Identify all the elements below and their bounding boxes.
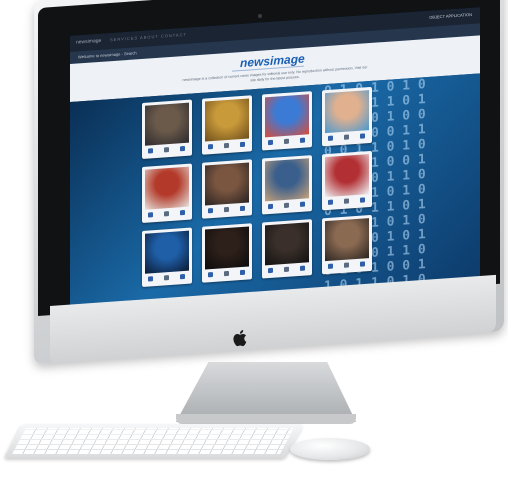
cart-icon[interactable] — [240, 141, 245, 148]
info-icon[interactable] — [344, 198, 349, 204]
info-icon[interactable] — [164, 147, 169, 153]
download-icon[interactable] — [148, 212, 153, 218]
image-card-earth-from-space[interactable] — [142, 227, 192, 287]
thumbnail-image[interactable] — [205, 98, 249, 142]
download-icon[interactable] — [208, 144, 213, 150]
info-icon[interactable] — [224, 270, 229, 277]
download-icon[interactable] — [268, 267, 273, 274]
cart-icon[interactable] — [300, 265, 305, 271]
cart-icon[interactable] — [180, 273, 185, 280]
thumbnail-image[interactable] — [325, 90, 369, 134]
cart-icon[interactable] — [180, 145, 185, 152]
info-icon[interactable] — [284, 266, 289, 273]
magic-mouse[interactable] — [290, 438, 370, 460]
download-icon[interactable] — [148, 276, 153, 282]
card-action-icons — [266, 137, 308, 146]
monitor-screen: newsimage SERVICES ABOUT CONTACT OBJECT … — [70, 7, 480, 312]
topbar-nav[interactable]: SERVICES ABOUT CONTACT — [110, 32, 187, 42]
card-action-icons — [266, 201, 308, 210]
card-action-icons — [146, 145, 188, 155]
imac-stand-foot — [176, 414, 356, 424]
card-action-icons — [326, 133, 368, 142]
topbar-right-link[interactable]: OBJECT APPLICATION — [429, 12, 472, 20]
image-card-dark-scene[interactable] — [202, 223, 252, 283]
image-gallery-area: 0 1 0 1 0 1 0 1 0 0 1 1 0 1 0 1 1 0 1 0 … — [70, 73, 480, 312]
image-card-woman-portrait[interactable] — [202, 159, 252, 219]
topbar-brand[interactable]: newsimage — [76, 38, 101, 46]
imac-scene: newsimage SERVICES ABOUT CONTACT OBJECT … — [0, 0, 508, 481]
card-action-icons — [206, 269, 248, 279]
card-action-icons — [266, 265, 308, 274]
download-icon[interactable] — [328, 263, 333, 269]
thumbnail-image[interactable] — [265, 94, 309, 138]
download-icon[interactable] — [208, 272, 213, 278]
image-card-man-portrait[interactable] — [142, 99, 192, 159]
image-card-smiling-man[interactable] — [322, 86, 372, 147]
image-card-game-character[interactable] — [142, 163, 192, 223]
camera-icon — [258, 14, 262, 18]
cart-icon[interactable] — [300, 137, 305, 143]
info-icon[interactable] — [224, 142, 229, 149]
card-action-icons — [326, 197, 368, 206]
info-icon[interactable] — [284, 138, 289, 145]
apple-logo-icon — [233, 330, 247, 347]
info-icon[interactable] — [284, 202, 289, 209]
cart-icon[interactable] — [360, 261, 365, 267]
thumbnail-image[interactable] — [325, 154, 369, 198]
image-card-politician-speech[interactable] — [322, 150, 372, 211]
breadcrumb-text: Welcome to newsimage - Search — [78, 50, 137, 60]
thumbnail-image[interactable] — [325, 218, 369, 262]
image-card-dark-portrait[interactable] — [262, 219, 312, 279]
download-icon[interactable] — [268, 203, 273, 210]
thumbnail-image[interactable] — [145, 102, 189, 146]
cart-icon[interactable] — [240, 269, 245, 276]
info-icon[interactable] — [344, 134, 349, 140]
thumbnail-image[interactable] — [205, 226, 249, 270]
cart-icon[interactable] — [300, 201, 305, 207]
thumbnail-image[interactable] — [205, 162, 249, 206]
image-card-bitcoin-coins[interactable] — [202, 95, 252, 155]
download-icon[interactable] — [328, 135, 333, 141]
cart-icon[interactable] — [180, 209, 185, 216]
info-icon[interactable] — [344, 262, 349, 268]
info-icon[interactable] — [224, 206, 229, 213]
card-action-icons — [206, 141, 248, 151]
download-icon[interactable] — [328, 199, 333, 205]
info-icon[interactable] — [164, 275, 169, 281]
image-card-app-icons-phone[interactable] — [262, 91, 312, 151]
info-icon[interactable] — [164, 211, 169, 217]
card-action-icons — [326, 261, 368, 270]
imac-stand — [176, 362, 356, 422]
download-icon[interactable] — [268, 139, 273, 146]
image-card-crowd[interactable] — [322, 214, 372, 275]
card-action-icons — [146, 273, 188, 283]
download-icon[interactable] — [148, 148, 153, 154]
thumbnail-image[interactable] — [145, 166, 189, 210]
keyboard-keys[interactable] — [12, 428, 294, 454]
card-action-icons — [206, 205, 248, 215]
thumbnail-image[interactable] — [265, 222, 309, 266]
thumbnail-image[interactable] — [265, 158, 309, 202]
image-card-group-meeting[interactable] — [262, 155, 312, 215]
keyboard[interactable] — [4, 424, 305, 458]
cart-icon[interactable] — [240, 205, 245, 212]
thumbnail-image[interactable] — [145, 230, 189, 274]
card-action-icons — [146, 209, 188, 219]
cart-icon[interactable] — [360, 197, 365, 203]
download-icon[interactable] — [208, 208, 213, 214]
cart-icon[interactable] — [360, 133, 365, 139]
